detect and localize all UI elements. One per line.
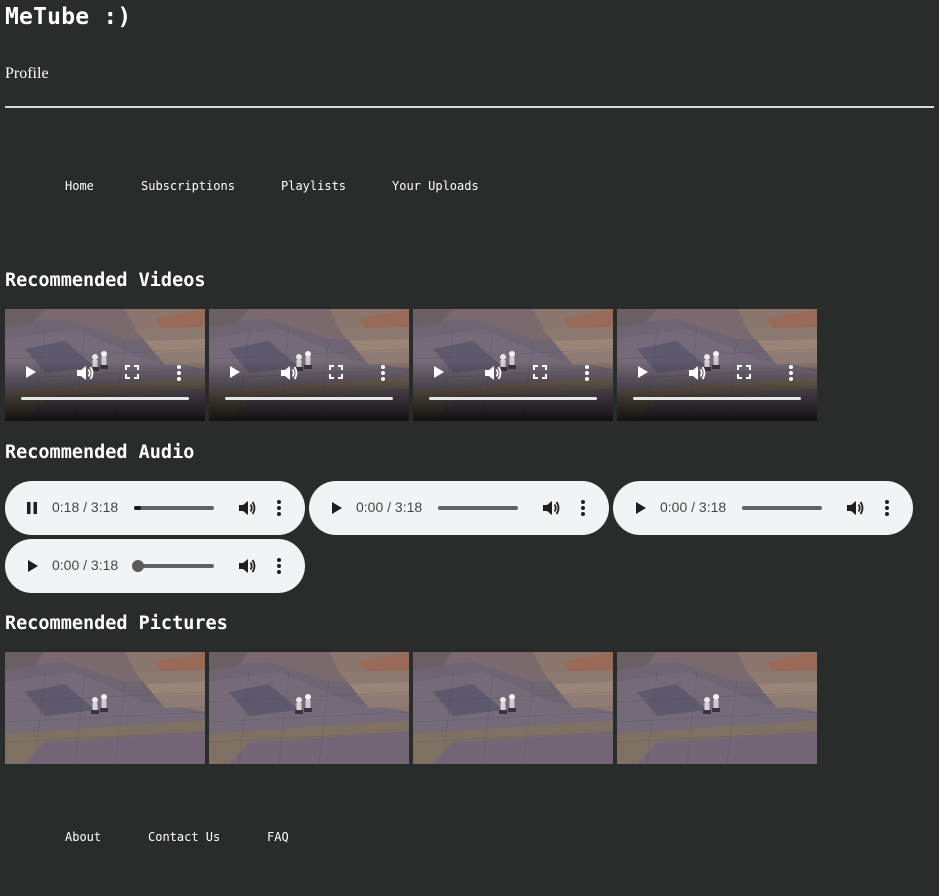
play-icon[interactable]: [633, 363, 651, 381]
volume-icon[interactable]: [279, 363, 298, 381]
picture-image: [413, 652, 613, 764]
picture-image: [5, 652, 205, 764]
audio-seek-bar[interactable]: [742, 506, 822, 510]
audio-seek-bar[interactable]: [132, 560, 214, 572]
recommended-audio-title: Recommended Audio: [5, 442, 195, 463]
audio-seek-bar[interactable]: [438, 506, 518, 510]
scene-image: [5, 652, 205, 764]
more-options-icon[interactable]: [171, 363, 189, 381]
footer-about-link[interactable]: About: [65, 830, 101, 844]
fullscreen-icon[interactable]: [531, 363, 549, 381]
play-icon[interactable]: [327, 499, 345, 517]
volume-icon[interactable]: [237, 498, 257, 518]
volume-icon[interactable]: [75, 363, 94, 381]
fullscreen-icon[interactable]: [123, 363, 141, 381]
audio-time: 0:18 / 3:18: [52, 499, 119, 515]
more-options-icon[interactable]: [375, 363, 393, 381]
audio-time: 0:00 / 3:18: [52, 557, 119, 573]
video-player[interactable]: [413, 309, 613, 421]
audio-seek-bar[interactable]: [134, 506, 214, 510]
video-player[interactable]: [209, 309, 409, 421]
more-options-icon[interactable]: [271, 556, 287, 576]
play-icon[interactable]: [429, 363, 447, 381]
more-options-icon[interactable]: [783, 363, 801, 381]
recommended-pictures-title: Recommended Pictures: [5, 613, 228, 634]
audio-player[interactable]: 0:00 / 3:18: [5, 539, 305, 593]
scene-image: [209, 652, 409, 764]
more-options-icon[interactable]: [579, 363, 597, 381]
picture-image: [617, 652, 817, 764]
volume-icon[interactable]: [237, 556, 257, 576]
volume-icon[interactable]: [845, 498, 865, 518]
recommended-videos-title: Recommended Videos: [5, 270, 206, 291]
fullscreen-icon[interactable]: [735, 363, 753, 381]
picture-thumbnail[interactable]: [209, 652, 409, 764]
audio-player[interactable]: 0:18 / 3:18: [5, 481, 305, 535]
main-nav: Home Subscriptions Playlists Your Upload…: [0, 179, 939, 195]
video-row: [5, 309, 821, 421]
profile-link[interactable]: Profile: [5, 65, 49, 83]
picture-thumbnail[interactable]: [413, 652, 613, 764]
nav-your-uploads-link[interactable]: Your Uploads: [392, 179, 479, 193]
audio-seek-thumb[interactable]: [132, 560, 144, 572]
volume-icon[interactable]: [541, 498, 561, 518]
picture-thumbnail[interactable]: [617, 652, 817, 764]
video-progress-bar[interactable]: [21, 397, 189, 400]
volume-icon[interactable]: [687, 363, 706, 381]
footer-nav: About Contact Us FAQ: [0, 830, 939, 846]
nav-subscriptions-link[interactable]: Subscriptions: [141, 179, 235, 193]
audio-player[interactable]: 0:00 / 3:18: [309, 481, 609, 535]
site-title: MeTube :): [5, 4, 132, 30]
nav-playlists-link[interactable]: Playlists: [281, 179, 346, 193]
audio-progress-fill: [134, 506, 141, 510]
volume-icon[interactable]: [483, 363, 502, 381]
play-icon[interactable]: [23, 557, 41, 575]
scene-image: [413, 652, 613, 764]
picture-thumbnail[interactable]: [5, 652, 205, 764]
pause-icon[interactable]: [23, 499, 41, 517]
picture-image: [209, 652, 409, 764]
play-icon[interactable]: [631, 499, 649, 517]
play-icon[interactable]: [225, 363, 243, 381]
footer-faq-link[interactable]: FAQ: [267, 830, 289, 844]
video-player[interactable]: [5, 309, 205, 421]
audio-time: 0:00 / 3:18: [660, 499, 727, 515]
more-options-icon[interactable]: [879, 498, 895, 518]
video-progress-bar[interactable]: [429, 397, 597, 400]
audio-player[interactable]: 0:00 / 3:18: [613, 481, 913, 535]
more-options-icon[interactable]: [271, 498, 287, 518]
fullscreen-icon[interactable]: [327, 363, 345, 381]
more-options-icon[interactable]: [575, 498, 591, 518]
scene-image: [617, 652, 817, 764]
video-player[interactable]: [617, 309, 817, 421]
video-progress-bar[interactable]: [225, 397, 393, 400]
footer-contact-us-link[interactable]: Contact Us: [148, 830, 220, 844]
video-progress-bar[interactable]: [633, 397, 801, 400]
audio-time: 0:00 / 3:18: [356, 499, 423, 515]
nav-home-link[interactable]: Home: [65, 179, 94, 193]
play-icon[interactable]: [21, 363, 39, 381]
picture-row: [5, 652, 821, 764]
header-divider: [5, 106, 934, 108]
